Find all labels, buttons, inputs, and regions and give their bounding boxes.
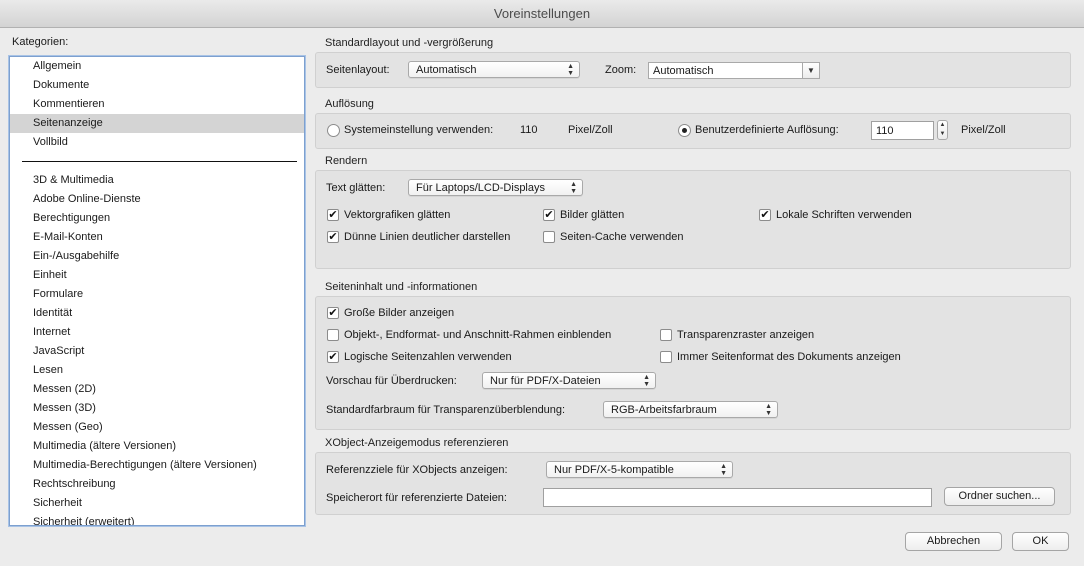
location-label: Speicherort für referenzierte Dateien: [326,492,507,504]
system-resolution-radio[interactable] [327,124,340,137]
local-fonts-checkbox[interactable]: ✔ [759,209,771,221]
ok-button[interactable]: OK [1012,532,1069,551]
images-smooth-checkbox[interactable]: ✔ [543,209,555,221]
category-item-vollbild[interactable]: Vollbild [10,133,304,152]
thin-lines-label: Dünne Linien deutlicher darstellen [344,231,511,243]
zoom-label: Zoom: [605,64,637,76]
custom-resolution-input[interactable]: 110 [871,121,934,140]
category-item-formulare[interactable]: Formulare [10,285,304,304]
custom-resolution-label: Benutzerdefinierte Auflösung: [695,124,839,136]
category-item-allgemein[interactable]: Allgemein [10,57,304,76]
popup-arrows-icon: ▲ ▼ [720,462,727,477]
system-resolution-unit: Pixel/Zoll [568,124,613,136]
system-resolution-label: Systemeinstellung verwenden: [344,124,494,136]
xobject-targets-label: Referenzziele für XObjects anzeigen: [326,464,508,476]
category-item-multimedia-aeltere[interactable]: Multimedia (ältere Versionen) [10,437,304,456]
category-item-internet[interactable]: Internet [10,323,304,342]
stepper-down-icon[interactable]: ▼ [938,130,947,139]
category-item-berechtigungen[interactable]: Berechtigungen [10,209,304,228]
blend-space-value: RGB-Arbeitsfarbraum [611,404,717,416]
vector-smooth-label: Vektorgrafiken glätten [344,209,451,221]
category-item-lesen[interactable]: Lesen [10,361,304,380]
chevron-down-icon[interactable]: ▼ [802,63,819,78]
smooth-text-value: Für Laptops/LCD-Displays [416,182,545,194]
local-fonts-label: Lokale Schriften verwenden [776,209,912,221]
category-item-dokumente[interactable]: Dokumente [10,76,304,95]
blend-space-label: Standardfarbraum für Transparenzüberblen… [326,404,566,416]
category-item-e-mail-konten[interactable]: E-Mail-Konten [10,228,304,247]
render-group-title: Rendern [325,155,368,167]
category-item-sicherheit-erweitert[interactable]: Sicherheit (erweitert) [10,513,304,525]
category-item-messen-3d[interactable]: Messen (3D) [10,399,304,418]
page-cache-checkbox[interactable] [543,231,555,243]
category-item-kommentieren[interactable]: Kommentieren [10,95,304,114]
logical-pages-label: Logische Seitenzahlen verwenden [344,351,512,363]
doc-page-size-label: Immer Seitenformat des Dokuments anzeige… [677,351,901,363]
images-smooth-label: Bilder glätten [560,209,625,221]
system-resolution-value: 110 [520,124,538,136]
custom-resolution-radio[interactable] [678,124,691,137]
overprint-label: Vorschau für Überdrucken: [326,375,457,387]
smooth-text-label: Text glätten: [326,182,386,194]
category-item-seitenanzeige[interactable]: Seitenanzeige [10,114,304,133]
categories-label: Kategorien: [12,36,69,48]
page-layout-label: Seitenlayout: [326,64,390,76]
category-item-einheit[interactable]: Einheit [10,266,304,285]
cancel-button[interactable]: Abbrechen [905,532,1002,551]
page-layout-value: Automatisch [416,64,477,76]
category-separator [22,161,297,162]
xobject-group-title: XObject-Anzeigemodus referenzieren [325,437,509,449]
logical-pages-checkbox[interactable]: ✔ [327,351,339,363]
resolution-group-title: Auflösung [325,98,374,110]
popup-arrows-icon: ▲ ▼ [567,62,574,77]
category-item-ein-ausgabehilfe[interactable]: Ein-/Ausgabehilfe [10,247,304,266]
categories-list[interactable]: Allgemein Dokumente Kommentieren Seitena… [9,56,305,526]
zoom-combo[interactable]: Automatisch ▼ [648,62,820,79]
category-item-multimedia-berechtigungen[interactable]: Multimedia-Berechtigungen (ältere Versio… [10,456,304,475]
blend-space-popup[interactable]: RGB-Arbeitsfarbraum ▲ ▼ [603,401,778,418]
category-item-messen-2d[interactable]: Messen (2D) [10,380,304,399]
xobject-targets-popup[interactable]: Nur PDF/X-5-kompatible ▲ ▼ [546,461,733,478]
overprint-popup[interactable]: Nur für PDF/X-Dateien ▲ ▼ [482,372,656,389]
overprint-value: Nur für PDF/X-Dateien [490,375,601,387]
large-images-label: Große Bilder anzeigen [344,307,455,319]
art-trim-label: Objekt-, Endformat- und Anschnitt-Rahmen… [344,329,612,341]
large-images-checkbox[interactable]: ✔ [327,307,339,319]
location-input[interactable] [543,488,932,507]
popup-arrows-icon: ▲ ▼ [570,180,577,195]
xobject-targets-value: Nur PDF/X-5-kompatible [554,464,674,476]
popup-arrows-icon: ▲ ▼ [643,373,650,388]
custom-resolution-unit: Pixel/Zoll [961,124,1006,136]
category-item-identitaet[interactable]: Identität [10,304,304,323]
category-item-adobe-online-dienste[interactable]: Adobe Online-Dienste [10,190,304,209]
doc-page-size-checkbox[interactable] [660,351,672,363]
category-item-javascript[interactable]: JavaScript [10,342,304,361]
page-layout-popup[interactable]: Automatisch ▲ ▼ [408,61,580,78]
thin-lines-checkbox[interactable]: ✔ [327,231,339,243]
popup-arrows-icon: ▲ ▼ [765,402,772,417]
content-group-title: Seiteninhalt und -informationen [325,281,478,293]
category-item-sicherheit[interactable]: Sicherheit [10,494,304,513]
category-item-messen-geo[interactable]: Messen (Geo) [10,418,304,437]
zoom-value: Automatisch [653,65,714,77]
art-trim-checkbox[interactable] [327,329,339,341]
page-cache-label: Seiten-Cache verwenden [560,231,684,243]
transparency-grid-checkbox[interactable] [660,329,672,341]
layout-group-title: Standardlayout und -vergrößerung [325,37,494,49]
category-item-rechtschreibung[interactable]: Rechtschreibung [10,475,304,494]
window-title: Voreinstellungen [0,0,1084,28]
vector-smooth-checkbox[interactable]: ✔ [327,209,339,221]
browse-folder-button[interactable]: Ordner suchen... [944,487,1055,506]
resolution-stepper[interactable]: ▲ ▼ [937,120,948,140]
stepper-up-icon[interactable]: ▲ [938,121,947,130]
category-item-3d-multimedia[interactable]: 3D & Multimedia [10,171,304,190]
transparency-grid-label: Transparenzraster anzeigen [677,329,815,341]
smooth-text-popup[interactable]: Für Laptops/LCD-Displays ▲ ▼ [408,179,583,196]
